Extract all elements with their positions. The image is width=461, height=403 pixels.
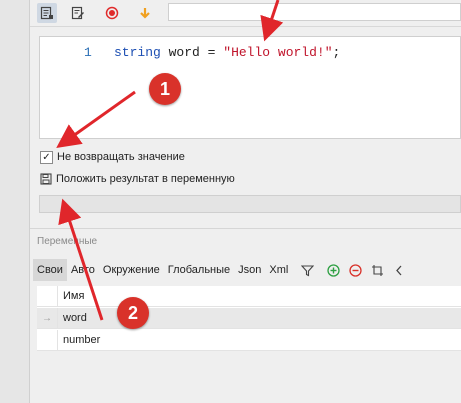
arrow-to-variable-input — [58, 198, 104, 321]
arrow-to-code — [260, 0, 284, 42]
annotation-arrows — [56, 0, 284, 321]
annotation-badge-2: 2 — [117, 297, 149, 329]
arrow-to-checkbox — [56, 90, 136, 148]
annotation-badge-1: 1 — [149, 73, 181, 105]
